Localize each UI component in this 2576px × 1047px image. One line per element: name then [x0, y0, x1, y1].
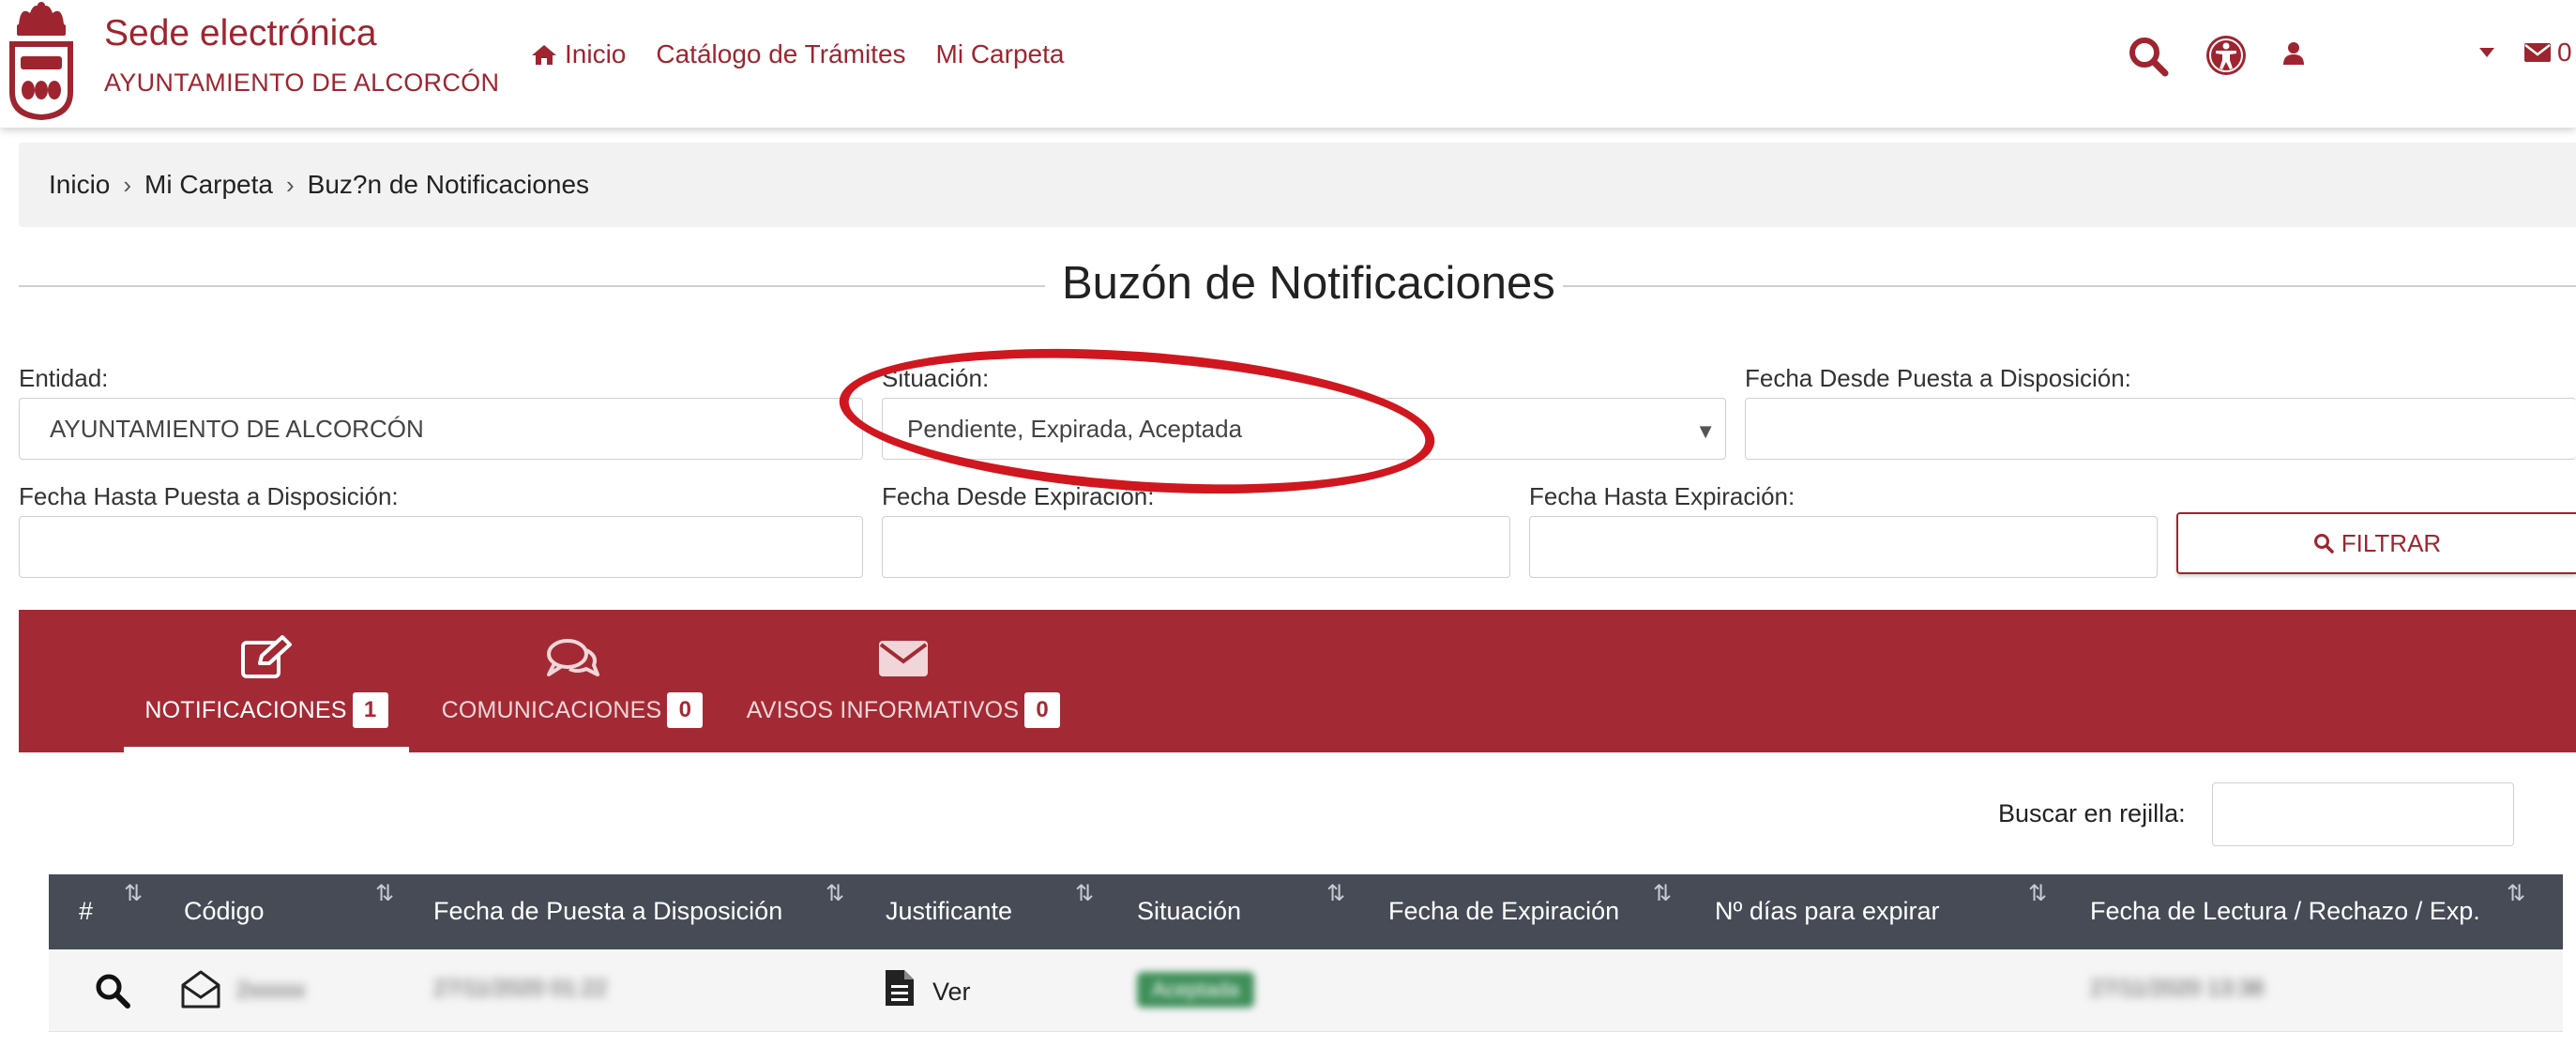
site-title[interactable]: Sede electrónica: [104, 13, 377, 54]
tab-avisos-label: AVISOS INFORMATIVOS: [746, 696, 1020, 723]
caret-down-icon[interactable]: [2478, 47, 2495, 58]
status-badge: Aceptada: [1137, 972, 1254, 1008]
row-justificante-link[interactable]: Ver: [932, 978, 971, 1007]
tab-notificaciones-label: NOTIFICACIONES: [144, 696, 347, 723]
row-fecha-lectura: 27/11/2020 13:38: [2090, 976, 2265, 1001]
fecha-desde-puesta-input[interactable]: [1745, 398, 2576, 460]
table-row: 2xxxxx 27/11/2020 01:22 Ver Aceptada 27/…: [49, 949, 2563, 1032]
search-icon[interactable]: [94, 972, 131, 1009]
site-subtitle[interactable]: AYUNTAMIENTO DE ALCORCÓN: [104, 68, 499, 98]
city-crest-logo[interactable]: [4, 0, 79, 122]
row-fecha-puesta: 27/11/2020 01:22: [433, 976, 608, 1001]
sort-icon[interactable]: ⇅: [826, 880, 844, 907]
tab-panel: NOTIFICACIONES 1 COMUNICACIONES 0 AVISOS…: [19, 610, 2576, 752]
fecha-hasta-puesta-label: Fecha Hasta Puesta a Disposición:: [19, 482, 399, 510]
grid-search-label: Buscar en rejilla:: [1998, 799, 2186, 827]
breadcrumb-mi-carpeta[interactable]: Mi Carpeta: [144, 170, 273, 200]
edit-icon: [241, 635, 292, 678]
dropdown-arrow-icon: ▼: [1695, 419, 1716, 443]
chevron-right-icon: ›: [285, 170, 295, 199]
search-icon: [2313, 534, 2334, 554]
sort-icon[interactable]: ⇅: [1075, 880, 1094, 907]
sort-icon[interactable]: ⇅: [1326, 880, 1345, 907]
sort-icon[interactable]: ⇅: [2028, 880, 2047, 907]
tab-comunicaciones-count: 0: [667, 692, 704, 728]
envelope-icon: [879, 641, 928, 676]
col-index[interactable]: #: [79, 897, 93, 926]
tab-comunicaciones[interactable]: COMUNICACIONES 0: [435, 610, 709, 752]
tab-comunicaciones-label: COMUNICACIONES: [441, 696, 662, 723]
col-situacion[interactable]: Situación: [1137, 897, 1241, 926]
chevron-right-icon: ›: [123, 170, 132, 199]
grid-search-input[interactable]: [2212, 782, 2514, 846]
nav-inicio[interactable]: Inicio: [531, 39, 626, 69]
col-fecha-puesta[interactable]: Fecha de Puesta a Disposición: [433, 897, 782, 926]
tab-notificaciones[interactable]: NOTIFICACIONES 1: [124, 610, 409, 752]
page-title-row: Buzón de Notificaciones: [19, 253, 2576, 319]
fecha-hasta-puesta-input[interactable]: [19, 516, 863, 578]
messages-count: 0: [2557, 38, 2572, 67]
filter-button[interactable]: FILTRAR: [2176, 512, 2576, 574]
col-dias-expirar[interactable]: Nº días para expirar: [1715, 897, 1939, 926]
col-justificante[interactable]: Justificante: [886, 897, 1012, 926]
title-divider-right: [1563, 285, 2576, 287]
row-codigo: 2xxxxx: [236, 978, 306, 1003]
breadcrumb-current: Buz?n de Notificaciones: [307, 170, 590, 199]
fecha-desde-expiracion-input[interactable]: [882, 516, 1510, 578]
fecha-hasta-expiracion-input[interactable]: [1529, 516, 2158, 578]
col-codigo[interactable]: Código: [184, 897, 265, 926]
messages-link[interactable]: 0: [2523, 38, 2572, 68]
breadcrumb-inicio[interactable]: Inicio: [49, 170, 110, 200]
entidad-input[interactable]: AYUNTAMIENTO DE ALCORCÓN: [19, 398, 863, 460]
breadcrumb: Inicio › Mi Carpeta › Buz?n de Notificac…: [19, 143, 2576, 227]
page-title: Buzón de Notificaciones: [1062, 258, 1555, 309]
sort-icon[interactable]: ⇅: [2507, 880, 2525, 907]
search-icon[interactable]: [2128, 36, 2169, 77]
tab-avisos-informativos[interactable]: AVISOS INFORMATIVOS 0: [737, 610, 1069, 752]
nav-mi-carpeta[interactable]: Mi Carpeta: [936, 39, 1065, 69]
fecha-desde-puesta-label: Fecha Desde Puesta a Disposición:: [1745, 364, 2131, 392]
tab-notificaciones-count: 1: [352, 692, 388, 728]
sort-icon[interactable]: ⇅: [124, 880, 143, 907]
col-fecha-lectura[interactable]: Fecha de Lectura / Rechazo / Exp.: [2090, 897, 2480, 926]
site-header: Sede electrónica AYUNTAMIENTO DE ALCORCÓ…: [0, 0, 2576, 128]
envelope-icon: [2524, 43, 2551, 62]
col-fecha-expiracion[interactable]: Fecha de Expiración: [1388, 897, 1619, 926]
entidad-label: Entidad:: [19, 364, 109, 392]
comments-icon: [547, 639, 599, 676]
entidad-value: AYUNTAMIENTO DE ALCORCÓN: [50, 414, 424, 443]
tab-avisos-count: 0: [1024, 692, 1061, 728]
document-icon[interactable]: [884, 968, 916, 1008]
title-divider-left: [19, 285, 1045, 287]
nav-inicio-label: Inicio: [565, 39, 627, 68]
filter-button-label: FILTRAR: [2341, 528, 2442, 557]
sort-icon[interactable]: ⇅: [375, 880, 394, 907]
accessibility-icon[interactable]: [2205, 34, 2248, 77]
fecha-hasta-expiracion-label: Fecha Hasta Expiración:: [1529, 482, 1796, 510]
table-header: # ⇅ Código ⇅ Fecha de Puesta a Disposici…: [49, 874, 2563, 949]
home-icon: [532, 45, 556, 65]
main-nav: Inicio Catálogo de Trámites Mi Carpeta: [531, 39, 1064, 69]
envelope-open-icon: [181, 970, 220, 1009]
sort-icon[interactable]: ⇅: [1653, 880, 1672, 907]
nav-catalogo[interactable]: Catálogo de Trámites: [656, 39, 905, 69]
user-icon[interactable]: [2282, 41, 2305, 66]
